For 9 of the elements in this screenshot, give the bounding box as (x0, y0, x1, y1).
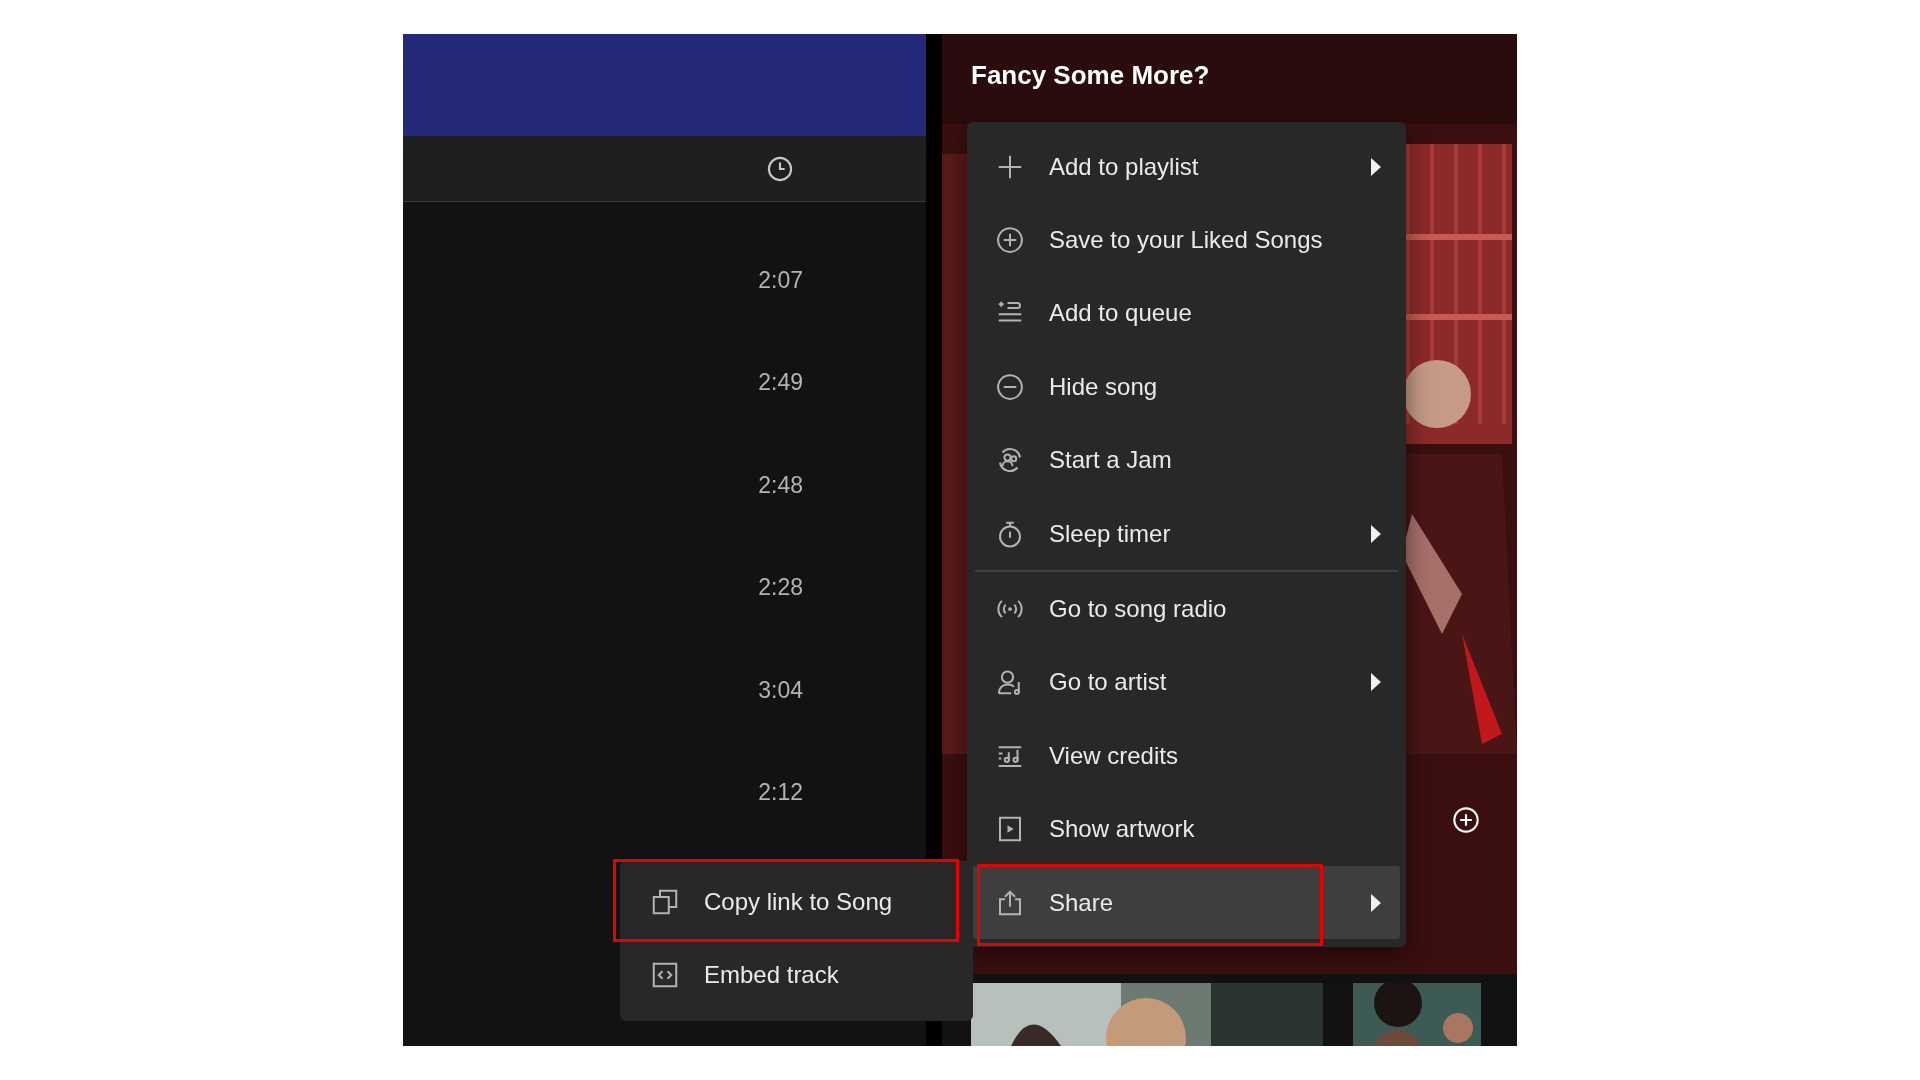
track-duration: 2:12 (758, 781, 803, 805)
clock-icon (766, 154, 794, 183)
track-duration: 2:48 (758, 473, 803, 497)
track-duration: 2:49 (758, 371, 803, 395)
track-duration: 3:04 (758, 678, 803, 702)
track-duration: 2:07 (758, 268, 803, 292)
track-duration: 2:28 (758, 576, 803, 600)
menu-item[interactable]: Copy link to Song (626, 865, 967, 938)
menu-item[interactable]: Embed track (626, 938, 967, 1011)
